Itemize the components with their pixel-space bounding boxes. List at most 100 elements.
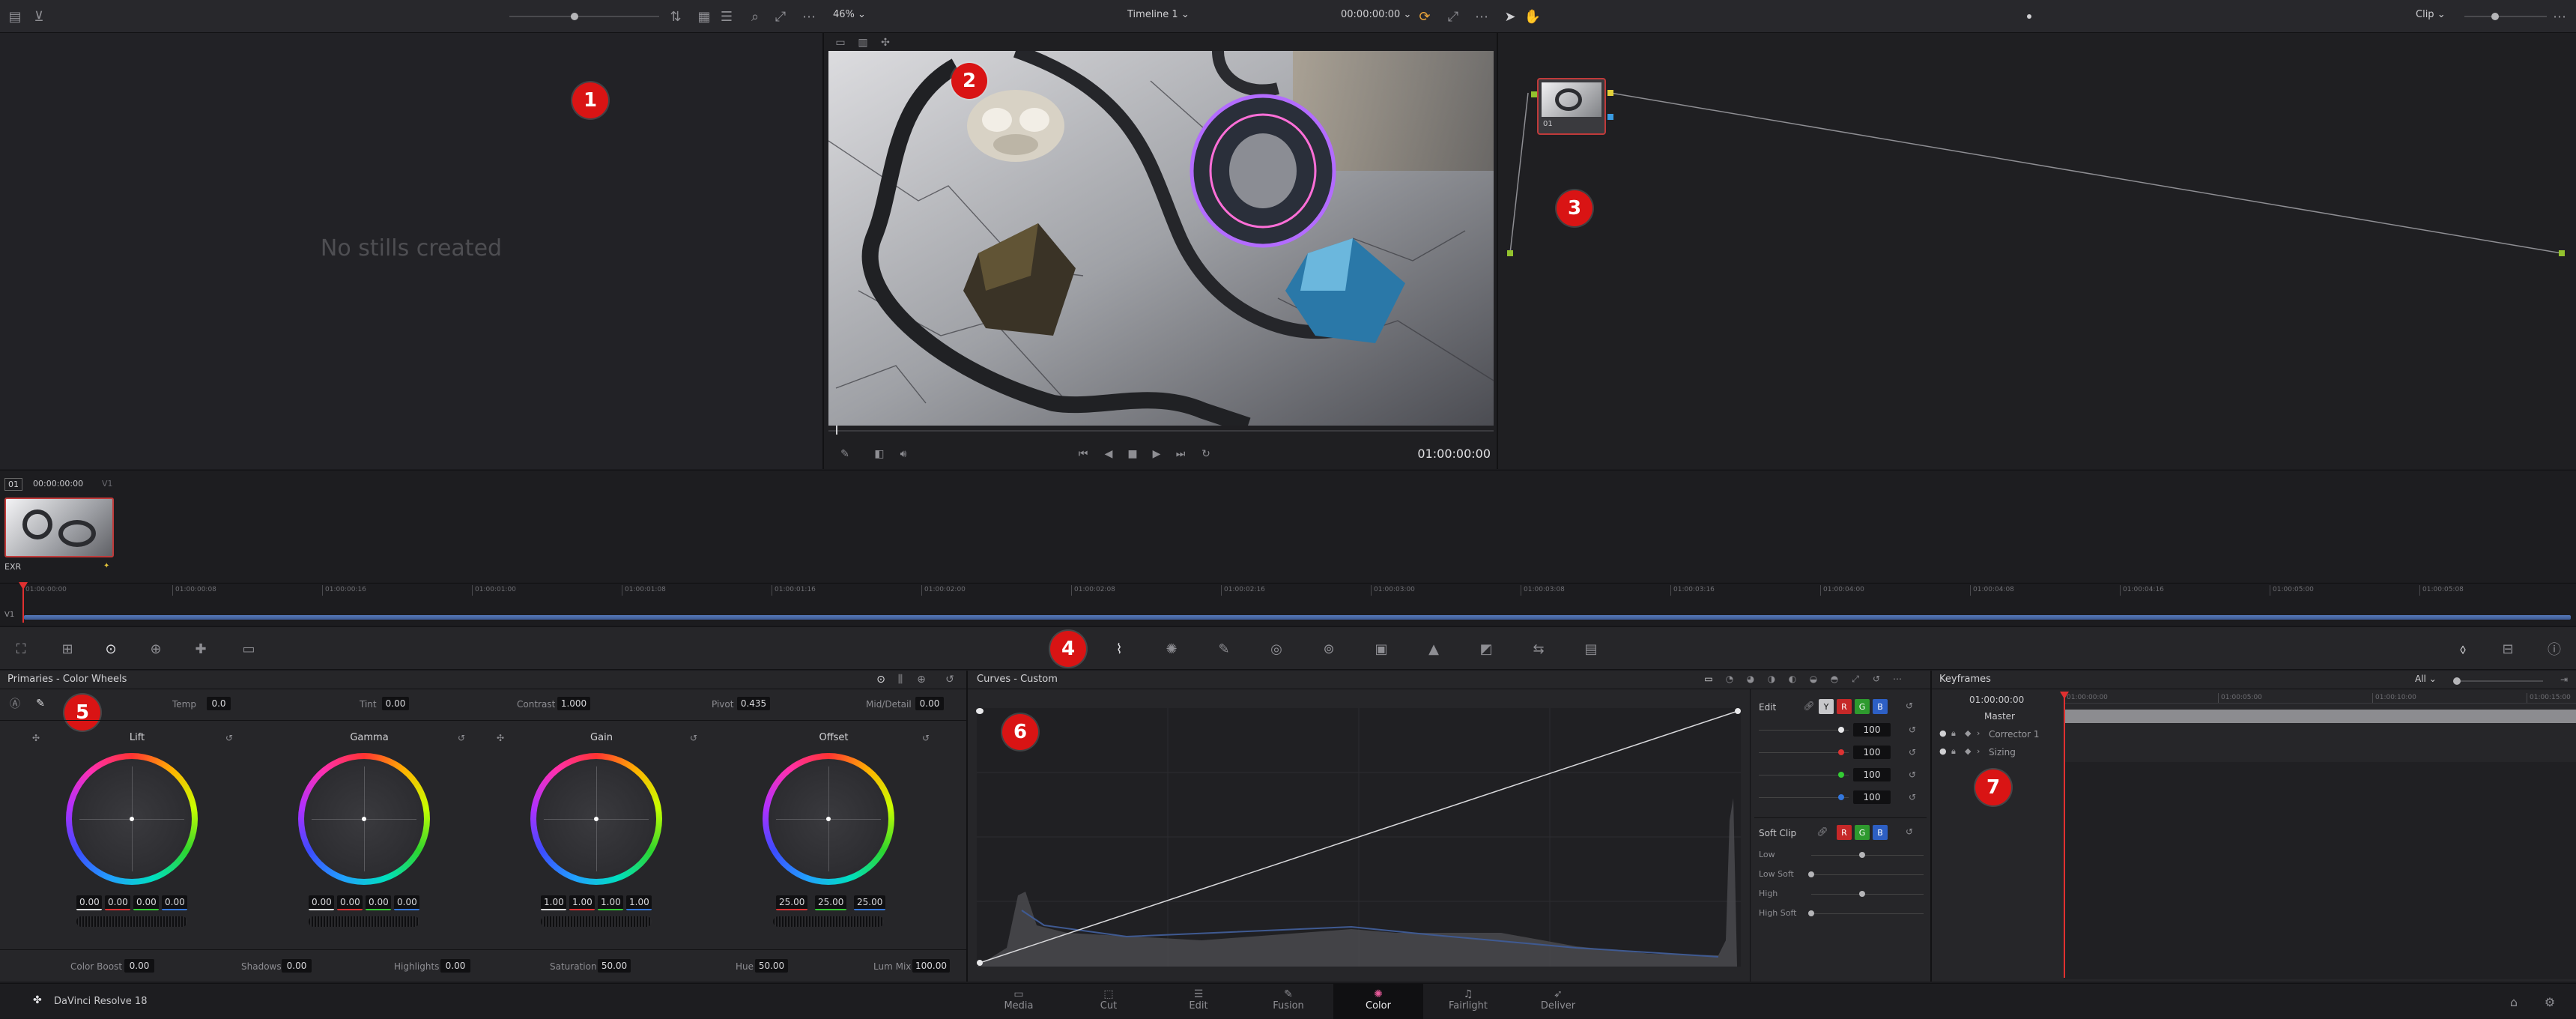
lift-b[interactable]: 0.00: [162, 895, 187, 910]
camera-raw-icon[interactable]: ⛶: [7, 635, 34, 662]
lift-g[interactable]: 0.00: [133, 895, 159, 910]
keyframes-options-icon[interactable]: ⇥: [2557, 672, 2572, 687]
curve-hue-lum-icon[interactable]: ◑: [1765, 672, 1778, 686]
eyedropper-icon[interactable]: ✎: [837, 447, 852, 462]
temp-value[interactable]: 0.0: [207, 697, 231, 710]
tab-fairlight[interactable]: ♫ Fairlight: [1423, 984, 1513, 1019]
contrast-value[interactable]: 1.000: [557, 697, 590, 710]
sizing-icon[interactable]: ⇆: [1525, 635, 1552, 662]
node-mode-dropdown[interactable]: Clip ⌄: [2416, 9, 2446, 20]
gamma-master-wheel[interactable]: [309, 916, 419, 927]
curve-lum-sat-icon[interactable]: ◐: [1786, 672, 1799, 686]
highlights-value[interactable]: 0.00: [440, 959, 470, 973]
intensity-b[interactable]: 100: [1853, 790, 1891, 804]
timeline-dropdown[interactable]: Timeline 1 ⌄: [1127, 9, 1189, 20]
node-zoom-slider[interactable]: [2464, 13, 2547, 20]
soft-clip-low-soft-row[interactable]: Low Soft: [1759, 868, 1927, 883]
mid-detail-value[interactable]: 0.00: [915, 697, 944, 710]
gamma-g[interactable]: 0.00: [366, 895, 391, 910]
skip-back-icon[interactable]: ⏮: [1076, 447, 1091, 462]
sizing-keyframe-icon[interactable]: ◆: [1965, 746, 1971, 756]
scopes-icon[interactable]: ⊟: [2494, 635, 2521, 662]
curve-expand-icon[interactable]: ⤢: [1849, 672, 1862, 686]
curve-more-icon[interactable]: ⋯: [1891, 672, 1904, 686]
keyframes-filter-dropdown[interactable]: All ⌄: [2415, 674, 2437, 684]
pointer-tool-icon[interactable]: ➤: [1501, 7, 1519, 25]
key-icon[interactable]: ◩: [1473, 635, 1500, 662]
tab-color[interactable]: ✺ Color: [1333, 984, 1423, 1019]
timeline-clip-bar[interactable]: [24, 615, 2571, 620]
sizing-lock-icon[interactable]: 🔒︎: [1951, 746, 1956, 757]
pivot-value[interactable]: 0.435: [737, 697, 770, 710]
window-icon[interactable]: ◎: [1263, 635, 1290, 662]
soft-clip-g[interactable]: G: [1855, 825, 1870, 840]
gain-master-wheel[interactable]: [541, 916, 652, 927]
gain-reset-icon[interactable]: ↺: [686, 731, 701, 746]
tint-value[interactable]: 0.00: [382, 697, 409, 710]
wipe-icon[interactable]: ◧: [872, 447, 887, 462]
color-warper-icon[interactable]: ✺: [1158, 635, 1185, 662]
gain-y[interactable]: 1.00: [541, 895, 566, 910]
tab-cut[interactable]: ⬚ Cut: [1064, 984, 1154, 1019]
curve-editor[interactable]: [977, 708, 1741, 967]
viewer-image[interactable]: [828, 51, 1494, 426]
hdr-wheels-icon[interactable]: ⊕: [142, 635, 169, 662]
offset-r[interactable]: 25.00: [776, 895, 807, 910]
soft-clip-b[interactable]: B: [1873, 825, 1888, 840]
tab-deliver[interactable]: ➶ Deliver: [1513, 984, 1603, 1019]
home-icon[interactable]: ⌂: [2505, 993, 2523, 1011]
gain-r[interactable]: 1.00: [569, 895, 595, 910]
offset-b[interactable]: 25.00: [854, 895, 885, 910]
keyframes-toggle-icon[interactable]: ⬨: [2449, 635, 2476, 662]
playback-sync-icon[interactable]: ⟳: [1416, 7, 1434, 25]
soft-clip-link-icon[interactable]: 🔗︎: [1816, 825, 1829, 838]
curve-handle-top-left[interactable]: [976, 708, 984, 714]
play-reverse-icon[interactable]: ◀: [1101, 447, 1116, 462]
motion-effects-icon[interactable]: ▭: [235, 635, 262, 662]
offset-color-wheel[interactable]: [763, 753, 894, 885]
gamma-color-wheel[interactable]: [298, 753, 430, 885]
auto-balance-icon[interactable]: Ⓐ: [7, 696, 22, 711]
lift-r[interactable]: 0.00: [105, 895, 130, 910]
curve-hue-hue-icon[interactable]: ◔: [1723, 672, 1736, 686]
corrector-1-lock-icon[interactable]: 🔒︎: [1951, 728, 1956, 739]
split-screen-icon[interactable]: ▥: [854, 36, 872, 49]
node-input-green[interactable]: [1531, 91, 1537, 97]
curve-hue-sat-icon[interactable]: ◕: [1744, 672, 1757, 686]
color-wheels-icon[interactable]: ⊙: [97, 635, 124, 662]
keyframes-zoom-slider[interactable]: [2453, 677, 2543, 685]
more-options-icon[interactable]: ⋯: [800, 7, 818, 25]
keyframe-row-sizing[interactable]: ● 🔒︎ ◆ › Sizing: [1932, 744, 2576, 761]
keyframes-playhead[interactable]: [2064, 693, 2065, 978]
tracker-icon[interactable]: ⊚: [1315, 635, 1342, 662]
edit-reset-icon[interactable]: ↺: [1903, 699, 1916, 713]
node-more-icon[interactable]: ⋯: [2551, 7, 2569, 25]
curve-sat-lum-icon[interactable]: ◓: [1828, 672, 1841, 686]
curves-icon[interactable]: ⌇: [1106, 635, 1133, 662]
intensity-r-reset-icon[interactable]: ↺: [1906, 746, 1919, 759]
white-pick-icon[interactable]: ✎: [33, 696, 48, 711]
grid-view-icon[interactable]: ▦: [695, 7, 713, 25]
3d-icon[interactable]: ▤: [1578, 635, 1604, 662]
channel-b[interactable]: B: [1873, 699, 1888, 714]
node-output-blue[interactable]: [1607, 114, 1613, 120]
intensity-y-reset-icon[interactable]: ↺: [1906, 723, 1919, 737]
sizing-expand-icon[interactable]: ›: [1977, 746, 1980, 756]
lift-reset-icon[interactable]: ↺: [222, 731, 237, 746]
soft-clip-low-row[interactable]: Low: [1759, 849, 1927, 864]
channel-y[interactable]: Y: [1819, 699, 1834, 714]
lift-master-wheel[interactable]: [76, 916, 187, 927]
zoom-dropdown[interactable]: 46% ⌄: [833, 9, 866, 24]
keyframe-row-master[interactable]: Master: [1932, 708, 2576, 725]
rgb-mixer-icon[interactable]: ✚: [187, 635, 214, 662]
output-input[interactable]: [2559, 250, 2565, 256]
lift-color-wheel[interactable]: [66, 753, 198, 885]
gain-g[interactable]: 1.00: [598, 895, 623, 910]
viewer-more-icon[interactable]: ⋯: [1473, 7, 1491, 25]
offset-g[interactable]: 25.00: [815, 895, 846, 910]
stop-icon[interactable]: ■: [1125, 447, 1140, 462]
offset-reset-icon[interactable]: ↺: [918, 731, 933, 746]
gamma-r[interactable]: 0.00: [337, 895, 363, 910]
loop-icon[interactable]: ↻: [1198, 447, 1213, 462]
expand-icon[interactable]: ⤢: [772, 7, 790, 25]
